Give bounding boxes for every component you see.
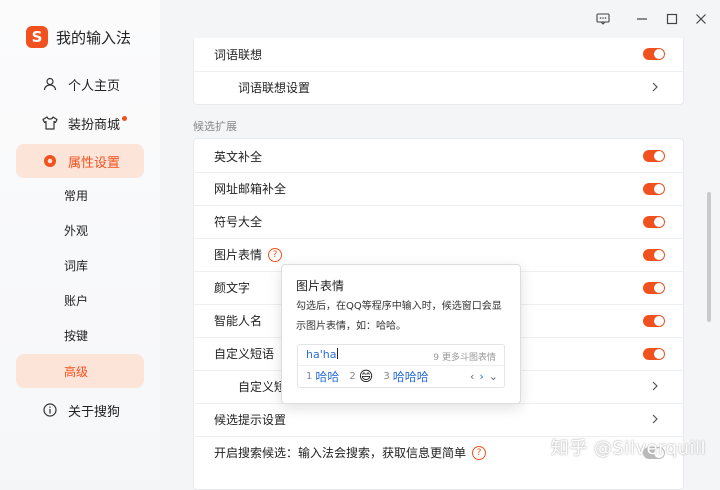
chevron-right-icon[interactable] [651, 81, 659, 95]
user-icon [42, 76, 58, 92]
help-icon[interactable]: ? [472, 445, 487, 460]
setting-label: 图片表情 [214, 248, 263, 262]
sogou-logo: S [26, 26, 48, 48]
chevron-down-icon: ⌄ [488, 370, 498, 383]
setting-row-url-email: 网址邮箱补全 [194, 172, 683, 204]
chevron-right-icon: › [479, 370, 484, 383]
sidebar-item-settings[interactable]: 属性设置 [16, 144, 144, 178]
sidebar-subitem-dictionary[interactable]: 词库 [16, 248, 144, 282]
chevron-right-icon[interactable] [651, 413, 659, 427]
sidebar-item-label: 装扮商城 [68, 117, 121, 133]
help-icon[interactable]: ? [268, 247, 283, 262]
setting-label: 候选提示设置 [214, 413, 287, 427]
candidate-number: 3 [383, 371, 390, 382]
setting-label: 自定义短 [238, 380, 287, 394]
subitem-label: 账户 [64, 293, 89, 308]
url-email-toggle[interactable] [643, 182, 665, 195]
feedback-icon[interactable] [593, 9, 613, 29]
sidebar-subitem-common[interactable]: 常用 [16, 178, 144, 212]
sidebar-item-label: 关于搜狗 [68, 404, 121, 420]
shirt-icon [42, 115, 58, 131]
setting-row-english-completion: 英文补全 [194, 140, 683, 172]
watermark: 知乎 @Silverquill [550, 438, 706, 459]
setting-label: 网址邮箱补全 [214, 182, 287, 196]
setting-label: 智能人名 [214, 314, 263, 328]
sidebar-item-home[interactable]: 个人主页 [16, 67, 144, 101]
candidate-number: 2 [349, 371, 356, 382]
association-card: 词语联想 词语联想设置 [193, 38, 684, 105]
sidebar-item-label: 个人主页 [68, 78, 121, 94]
notification-dot [122, 115, 128, 121]
more-emoji-hint: 9 更多斗图表情 [433, 350, 496, 363]
more-text: 更多斗图表情 [441, 353, 496, 363]
close-icon[interactable] [691, 9, 711, 29]
setting-label: 词语联想 [214, 47, 263, 62]
candidate-item: 哈哈 [315, 370, 340, 384]
candidate-window-preview: ha'ha 9 更多斗图表情 1 哈哈 2 😄 3 哈哈哈 ‹ › ⌄ [297, 344, 505, 388]
pinyin-text: ha'ha [306, 348, 337, 361]
sidebar-item-label: 属性设置 [68, 155, 121, 171]
candidate-nav: ‹ › ⌄ [465, 370, 498, 383]
setting-label: 符号大全 [214, 215, 263, 229]
candidate-number: 1 [306, 371, 313, 382]
sidebar-subitem-appearance[interactable]: 外观 [16, 213, 144, 247]
setting-row-association-settings[interactable]: 词语联想设置 [194, 71, 683, 103]
section-title: 候选扩展 [193, 120, 237, 133]
subitem-label: 常用 [64, 188, 89, 203]
candidate-item: 哈哈哈 [392, 370, 429, 384]
brand: S 我的输入法 [26, 26, 131, 48]
english-completion-toggle[interactable] [643, 150, 665, 162]
tooltip-description: 勾选后，在QQ等程序中输入时，候选窗口会显示图片表情，如：哈哈。 [296, 301, 502, 332]
setting-row-word-association: 词语联想 [194, 38, 683, 70]
smart-names-toggle[interactable] [643, 314, 665, 327]
sidebar-subitem-account[interactable]: 账户 [16, 283, 144, 317]
sidebar-item-about[interactable]: 关于搜狗 [16, 393, 144, 427]
tooltip-title: 图片表情 [296, 279, 345, 293]
image-emoji-tooltip: 图片表情 勾选后，在QQ等程序中输入时，候选窗口会显示图片表情，如：哈哈。 ha… [281, 264, 521, 404]
settings-icon [42, 153, 58, 169]
chevron-right-icon[interactable] [651, 380, 659, 394]
chevron-left-icon: ‹ [469, 370, 475, 383]
info-icon [42, 402, 58, 418]
sidebar-item-shop[interactable]: 装扮商城 [16, 106, 144, 140]
minimize-icon[interactable] [632, 9, 652, 29]
word-association-toggle[interactable] [643, 48, 665, 60]
subitem-label: 高级 [64, 364, 89, 379]
maximize-icon[interactable] [662, 9, 682, 29]
setting-row-candidate-hint[interactable]: 候选提示设置 [194, 403, 683, 435]
sidebar: S 我的输入法 个人主页 装扮商城 属性设置 常用 外观 词库 账户 按键 高级… [0, 0, 160, 480]
kaomoji-toggle[interactable] [643, 281, 665, 294]
setting-row-symbols: 符号大全 [194, 205, 683, 237]
candidate-emoji: 😄 [358, 368, 374, 385]
symbols-toggle[interactable] [643, 215, 665, 228]
candidate-input-bar: ha'ha 9 更多斗图表情 [298, 345, 504, 366]
subitem-label: 外观 [64, 223, 89, 238]
subitem-label: 按键 [64, 328, 89, 343]
candidate-list: 1 哈哈 2 😄 3 哈哈哈 [306, 368, 429, 385]
subitem-label: 词库 [64, 258, 89, 273]
image-emoji-toggle[interactable] [643, 248, 665, 261]
setting-label: 自定义短语 [214, 347, 275, 361]
app-title: 我的输入法 [56, 28, 132, 47]
scrollbar[interactable] [707, 192, 711, 322]
setting-label: 开启搜索候选：输入法会搜索，获取信息更简单 [214, 446, 467, 460]
setting-label: 英文补全 [214, 149, 263, 164]
sidebar-subitem-keys[interactable]: 按键 [16, 318, 144, 352]
setting-label: 颜文字 [214, 281, 251, 295]
custom-phrases-toggle[interactable] [643, 347, 665, 360]
sidebar-subitem-advanced[interactable]: 高级 [16, 354, 144, 388]
setting-label: 词语联想设置 [238, 81, 311, 95]
more-number: 9 [433, 353, 439, 363]
